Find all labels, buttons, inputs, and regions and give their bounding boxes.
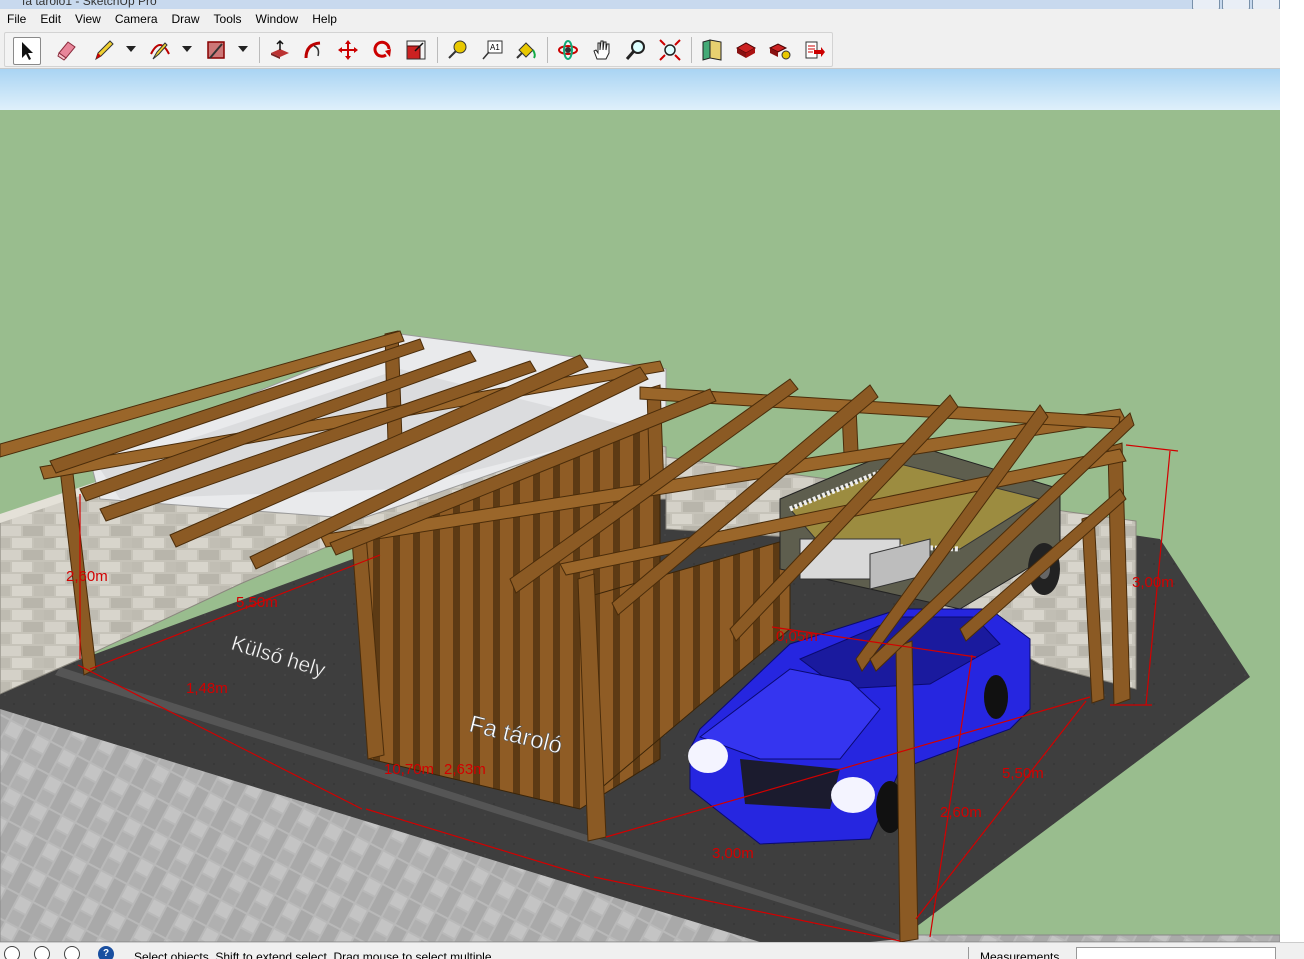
dim-left-post-height: 2,60m	[66, 568, 108, 585]
menu-view[interactable]: View	[68, 9, 108, 30]
title-bar: fa tároló1 - SketchUp Pro	[0, 0, 1304, 9]
move-icon	[338, 40, 358, 60]
text-tool-button[interactable]: A1	[479, 37, 505, 63]
share-model-tool-button[interactable]	[733, 37, 759, 63]
menu-edit[interactable]: Edit	[33, 9, 68, 30]
window-right-edge	[1280, 0, 1304, 958]
arc-tool-dropdown[interactable]	[182, 46, 192, 52]
menu-draw[interactable]: Draw	[165, 9, 207, 30]
hand-icon	[593, 40, 610, 60]
zoom-tool-button[interactable]	[623, 37, 649, 63]
status-bar: ? Select objects. Shift to extend select…	[0, 942, 1304, 959]
credits-icon[interactable]	[34, 946, 50, 959]
line-tool-dropdown[interactable]	[126, 46, 136, 52]
warehouse-icon	[702, 39, 722, 61]
rectangle-tool-dropdown[interactable]	[238, 46, 248, 52]
arc-icon	[150, 42, 170, 60]
follow-me-tool-button[interactable]	[301, 37, 327, 63]
minimize-button[interactable]	[1192, 0, 1220, 9]
window-title: fa tároló1 - SketchUp Pro	[22, 0, 157, 8]
getting-started-toolbar: A1	[0, 30, 1280, 69]
share-icon	[735, 42, 757, 58]
magnifier-icon	[625, 40, 645, 60]
window-controls	[1192, 0, 1280, 9]
tape-measure-tool-button[interactable]	[445, 37, 471, 63]
arrow-icon	[22, 42, 33, 60]
line-tool-button[interactable]	[91, 37, 117, 63]
export-icon	[805, 41, 825, 59]
dim-right-top-height: 3,00m	[1132, 574, 1174, 591]
components-tool-button[interactable]	[767, 37, 793, 63]
push-pull-tool-button[interactable]	[267, 37, 293, 63]
maximize-button[interactable]	[1222, 0, 1250, 9]
rectangle-icon	[207, 41, 225, 59]
status-divider	[968, 947, 969, 959]
scale-tool-button[interactable]	[403, 37, 429, 63]
rotate-icon	[373, 40, 391, 58]
orbit-tool-button[interactable]	[555, 37, 581, 63]
dim-left-bay-width: 1,48m	[186, 680, 228, 697]
arc-tool-button[interactable]	[147, 37, 173, 63]
tape-measure-icon	[448, 40, 467, 59]
paint-bucket-icon	[516, 42, 536, 59]
menu-camera[interactable]: Camera	[108, 9, 165, 30]
menu-help[interactable]: Help	[305, 9, 344, 30]
move-tool-button[interactable]	[335, 37, 361, 63]
rotate-tool-button[interactable]	[369, 37, 395, 63]
select-tool-button[interactable]	[13, 37, 41, 65]
close-button[interactable]	[1252, 0, 1280, 9]
geo-location-icon[interactable]	[4, 946, 20, 959]
scale-icon	[406, 40, 426, 60]
dim-right-depth: 5,50m	[1002, 765, 1044, 782]
dim-total-width: 10,70m	[384, 761, 434, 778]
components-icon	[768, 43, 791, 60]
text-tool-glyph: A1	[490, 43, 500, 52]
toolbar-frame: A1	[4, 32, 833, 67]
eraser-tool-button[interactable]	[54, 37, 80, 63]
sky	[0, 69, 1280, 110]
pencil-icon	[95, 40, 114, 61]
pan-tool-button[interactable]	[589, 37, 615, 63]
orbit-icon	[558, 40, 578, 60]
model-scene[interactable]: Külső hely Fa tároló 2,60m 5,50m 1,48m 1…	[0, 69, 1280, 942]
dim-left-depth: 5,50m	[236, 594, 278, 611]
measurements-input[interactable]	[1076, 947, 1276, 959]
export-tool-button[interactable]	[801, 37, 827, 63]
menu-window[interactable]: Window	[249, 9, 306, 30]
text-icon: A1	[482, 40, 503, 60]
rectangle-tool-button[interactable]	[203, 37, 229, 63]
user-icon[interactable]	[64, 946, 80, 959]
zoom-extents-icon	[659, 39, 681, 61]
eraser-icon	[57, 41, 76, 61]
menu-bar: File Edit View Camera Draw Tools Window …	[0, 9, 1304, 30]
follow-me-icon	[304, 41, 321, 59]
zoom-extents-tool-button[interactable]	[657, 37, 683, 63]
paint-bucket-tool-button[interactable]	[513, 37, 539, 63]
dim-offset: 0,05m	[776, 628, 818, 645]
model-viewport[interactable]: Külső hely Fa tároló 2,60m 5,50m 1,48m 1…	[0, 69, 1280, 942]
menu-tools[interactable]: Tools	[207, 9, 249, 30]
menu-file[interactable]: File	[0, 9, 33, 30]
dim-right-bay-width: 3,00m	[712, 845, 754, 862]
dim-center-bay-width: 2,63m	[444, 761, 486, 778]
warehouse-tool-button[interactable]	[699, 37, 725, 63]
dim-right-post-height: 2,60m	[940, 804, 982, 821]
push-pull-icon	[271, 39, 289, 59]
instructor-help-icon[interactable]: ?	[98, 946, 114, 959]
